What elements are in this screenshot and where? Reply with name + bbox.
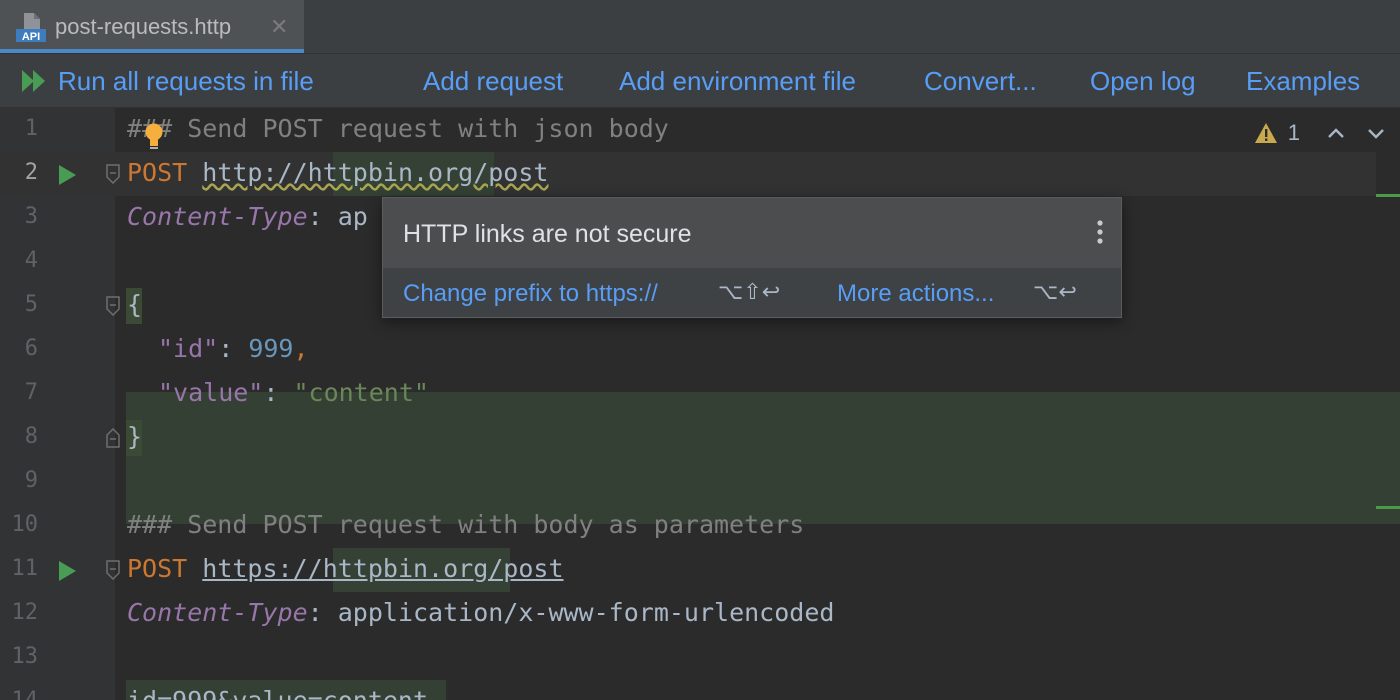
json-close-brace: } <box>127 422 143 451</box>
change-prefix-https-action[interactable]: Change prefix to https:// <box>403 280 658 308</box>
json-key: "id" <box>158 334 219 363</box>
more-actions-link[interactable]: More actions... <box>837 280 994 308</box>
header-line: Content-Type: application/x-www-form-url… <box>127 598 834 627</box>
http-method: POST <box>127 554 188 583</box>
primary-shortcut: ⌥⇧↩ <box>718 280 781 305</box>
open-log-button[interactable]: Open log <box>1090 66 1196 97</box>
json-key: "value" <box>158 378 264 407</box>
active-tab-indicator <box>0 49 304 53</box>
examples-button[interactable]: Examples <box>1246 66 1360 97</box>
header-colon: : <box>307 598 323 627</box>
form-body: id=999&value=content <box>127 686 428 700</box>
tab-title: post-requests.http <box>55 14 232 39</box>
code-line-8: 8 } <box>0 416 1400 460</box>
code-line-14: 14 id=999&value=content <box>0 680 1400 700</box>
chevron-down-icon[interactable] <box>1364 122 1388 144</box>
json-string: "content" <box>293 378 429 407</box>
run-all-requests-button[interactable]: Run all requests in file <box>58 66 314 97</box>
code-line-12: 12 Content-Type: application/x-www-form-… <box>0 592 1400 636</box>
json-property-value: "value": "content" <box>158 378 429 407</box>
line-number: 14 <box>0 688 39 700</box>
run-request-icon[interactable] <box>57 560 77 582</box>
more-options-icon[interactable] <box>1095 218 1105 246</box>
line-number: 5 <box>24 292 38 317</box>
add-environment-file-button[interactable]: Add environment file <box>619 66 856 97</box>
fold-icon[interactable] <box>104 164 122 184</box>
line-number: 2 <box>24 160 38 185</box>
line-number: 7 <box>24 380 38 405</box>
code-line-6: 6 "id": 999, <box>0 328 1400 372</box>
json-comma: , <box>293 334 309 363</box>
warning-count[interactable]: 1 <box>1288 120 1300 146</box>
svg-text:API: API <box>22 31 40 43</box>
request-line: POST https://httpbin.org/post <box>127 554 564 583</box>
json-property-id: "id": 999, <box>158 334 309 363</box>
code-line-11: 11 POST https://httpbin.org/post <box>0 548 1400 592</box>
warning-icon[interactable] <box>1254 122 1278 144</box>
http-client-toolbar: Run all requests in file Add request Add… <box>0 54 1400 108</box>
line-number: 1 <box>24 116 38 141</box>
line-number: 8 <box>24 424 38 449</box>
line-number: 4 <box>24 248 38 273</box>
code-line-1: 1 ### Send POST request with json body <box>0 108 1400 152</box>
fold-end-icon[interactable] <box>104 428 122 448</box>
code-line-10: 10 ### Send POST request with body as pa… <box>0 504 1400 548</box>
scroll-marker[interactable] <box>1376 506 1400 509</box>
line-number: 11 <box>11 556 39 581</box>
request-line: POST http://httpbin.org/post <box>127 158 548 187</box>
code-line-13: 13 <box>0 636 1400 680</box>
line-number: 12 <box>11 600 39 625</box>
header-name: Content-Type <box>127 202 308 231</box>
fold-icon[interactable] <box>104 296 122 316</box>
comment-text: ### Send POST request with body as param… <box>127 510 805 539</box>
code-line-7: 7 "value": "content" <box>0 372 1400 416</box>
json-colon: : <box>218 334 249 363</box>
header-name: Content-Type <box>127 598 308 627</box>
header-value: application/x-www-form-urlencoded <box>322 598 835 627</box>
api-file-icon: API <box>16 13 46 43</box>
line-number: 3 <box>24 204 38 229</box>
inspection-popup: HTTP links are not secure Change prefix … <box>382 197 1122 318</box>
line-number: 13 <box>11 644 39 669</box>
fold-icon[interactable] <box>104 560 122 580</box>
line-number: 9 <box>24 468 38 493</box>
popup-title: HTTP links are not secure <box>403 220 692 248</box>
comment-text: ### Send POST request with json body <box>127 114 669 143</box>
run-all-icon[interactable] <box>20 68 50 94</box>
add-request-button[interactable]: Add request <box>423 66 563 97</box>
json-number: 999 <box>248 334 294 363</box>
code-line-2: 2 POST http://httpbin.org/post <box>0 152 1376 196</box>
editor-tab-bar: API post-requests.http ✕ <box>0 0 1400 54</box>
convert-button[interactable]: Convert... <box>924 66 1037 97</box>
secondary-shortcut: ⌥↩ <box>1033 280 1077 305</box>
request-url[interactable]: https://httpbin.org/post <box>202 554 563 583</box>
inspection-widget: 1 <box>1254 118 1388 148</box>
json-colon: : <box>263 378 294 407</box>
header-colon: : <box>307 202 323 231</box>
json-open-brace: { <box>127 290 143 319</box>
scroll-marker[interactable] <box>1376 194 1400 197</box>
line-number: 10 <box>11 512 39 537</box>
request-url-insecure[interactable]: http://httpbin.org/post <box>202 158 548 187</box>
run-request-icon[interactable] <box>57 164 77 186</box>
header-line: Content-Type: ap <box>127 202 368 231</box>
lightbulb-icon[interactable] <box>144 122 164 152</box>
code-line-9: 9 <box>0 460 1400 504</box>
chevron-up-icon[interactable] <box>1324 122 1348 144</box>
tab-post-requests[interactable]: API post-requests.http ✕ <box>0 0 304 53</box>
line-number: 6 <box>24 336 38 361</box>
http-method: POST <box>127 158 188 187</box>
header-value: ap <box>322 202 368 231</box>
close-icon[interactable]: ✕ <box>270 14 288 40</box>
